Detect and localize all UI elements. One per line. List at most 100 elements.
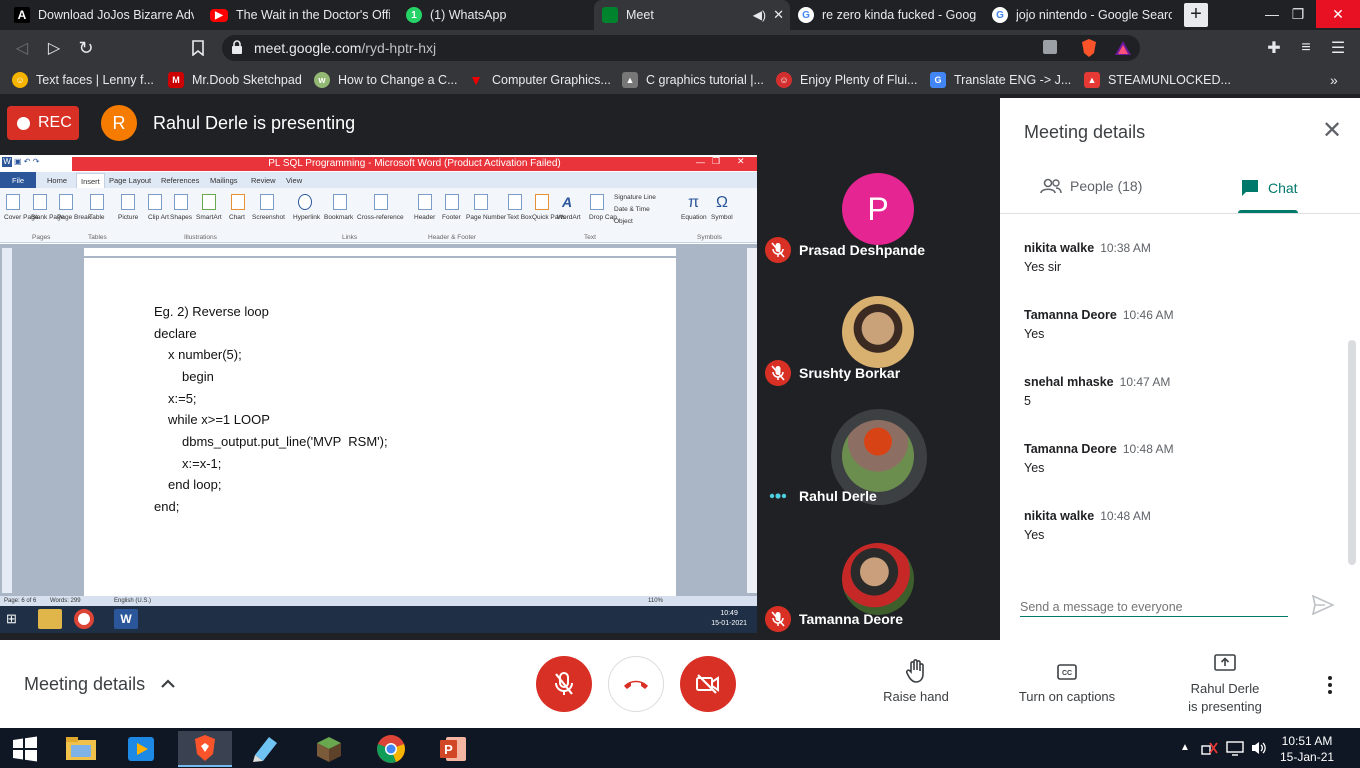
rib-footer: Footer <box>442 214 461 221</box>
taskbar-clock[interactable]: 10:51 AM 15-Jan-21 <box>1280 733 1334 765</box>
picture-icon <box>121 194 135 210</box>
tab-google-jojo[interactable]: G jojo nintendo - Google Search <box>984 0 1180 30</box>
extensions-icon[interactable]: ✚ <box>1262 36 1286 60</box>
tab-youtube[interactable]: ▶ The Wait in the Doctor's Office <box>202 0 398 30</box>
close-tab-icon[interactable]: ✕ <box>773 7 784 23</box>
bookmark-fluids[interactable]: ☺ Enjoy Plenty of Flui... <box>776 72 917 88</box>
tray-network-icon[interactable] <box>1200 740 1218 756</box>
bookmark-mrdoob[interactable]: M Mr.Doob Sketchpad <box>168 72 302 88</box>
present-icon[interactable] <box>1214 654 1236 672</box>
brave-shield-icon[interactable] <box>1080 38 1098 58</box>
chevron-up-icon[interactable] <box>158 675 178 693</box>
presenting-label: Rahul Derle is presenting <box>153 113 356 133</box>
message-sender: snehal mhaske 10:47 AM <box>1024 375 1170 389</box>
word-tab-home: Home <box>47 176 68 185</box>
captions-label[interactable]: Turn on captions <box>1008 689 1126 704</box>
tab-jojos-download[interactable]: A Download JoJos Bizarre Adven <box>6 0 202 30</box>
bookmark-translate[interactable]: G Translate ENG -> J... <box>930 72 1071 88</box>
tab-whatsapp[interactable]: 1 (1) WhatsApp <box>398 0 594 30</box>
bookmark-c-graphics[interactable]: ▲ C graphics tutorial |... <box>622 72 764 88</box>
chat-message-input[interactable] <box>1020 597 1288 617</box>
close-icon[interactable]: ✕ <box>1319 118 1345 144</box>
meeting-details-toggle[interactable]: Meeting details <box>24 674 145 695</box>
windows-start-icon[interactable] <box>4 732 46 766</box>
brave-rewards-icon[interactable] <box>1114 40 1132 56</box>
captions-icon[interactable]: CC <box>1057 664 1077 680</box>
lock-icon[interactable] <box>231 40 245 56</box>
bookmark-lenny[interactable]: ☺ Text faces | Lenny f... <box>12 72 154 88</box>
menu-icon[interactable]: ☰ <box>1326 36 1350 60</box>
media-player-icon[interactable] <box>120 732 162 766</box>
minecraft-icon[interactable] <box>308 732 350 766</box>
new-tab-button[interactable]: + <box>1184 3 1208 27</box>
bookmark-icon[interactable] <box>186 36 210 60</box>
media-controls-icon[interactable]: ≡ <box>1294 36 1318 60</box>
message-sender: nikita walke 10:38 AM <box>1024 241 1151 255</box>
brave-taskbar-icon[interactable] <box>178 731 232 767</box>
word-ribbon-tabs: File Home Insert Page Layout References … <box>0 172 757 189</box>
notepad-icon[interactable] <box>244 732 286 766</box>
bookmarks-overflow-icon[interactable]: » <box>1330 72 1338 88</box>
rib-page-number: Page Number <box>466 214 507 221</box>
tray-display-icon[interactable] <box>1226 740 1244 756</box>
tab-meet[interactable]: Meet ◀) ✕ <box>594 0 790 30</box>
sender-name: Tamanna Deore <box>1024 308 1117 322</box>
reload-icon[interactable]: ↻ <box>74 36 98 60</box>
rib-screenshot: Screenshot <box>252 214 285 221</box>
word-minimize-icon: — <box>696 157 705 167</box>
bookmark-wikihow[interactable]: w How to Change a C... <box>314 72 458 88</box>
powerpoint-icon[interactable]: P <box>432 732 474 766</box>
rib-equation: Equation <box>681 214 707 221</box>
tutorial-icon: ▲ <box>622 72 638 88</box>
wikihow-icon: w <box>314 72 330 88</box>
recording-button[interactable]: REC <box>7 106 79 140</box>
bookmark-computer-graphics[interactable]: ▼ Computer Graphics... <box>468 72 611 88</box>
speaker-icon[interactable]: ◀) <box>753 8 766 22</box>
whatsapp-icon: 1 <box>406 7 422 23</box>
bookmark-steamunlocked[interactable]: ▲ STEAMUNLOCKED... <box>1084 72 1231 88</box>
shared-time: 10:49 <box>720 610 738 617</box>
sender-name: nikita walke <box>1024 241 1095 255</box>
rib-wordart: WordArt <box>557 214 581 221</box>
word-tab-insert: Insert <box>76 173 105 189</box>
message-text: Yes <box>1024 528 1045 542</box>
group-symbols: Symbols <box>697 234 722 241</box>
tab-chat[interactable]: Chat <box>1240 178 1298 198</box>
status-language: English (U.S.) <box>114 598 152 604</box>
camera-toggle-button[interactable] <box>680 656 736 712</box>
restore-icon[interactable]: ❐ <box>1280 0 1316 28</box>
forward-icon[interactable]: ▷ <box>42 36 66 60</box>
file-explorer-icon[interactable] <box>60 732 102 766</box>
more-options-icon[interactable] <box>1322 674 1338 696</box>
back-icon[interactable]: ◁ <box>10 36 34 60</box>
presenting-status[interactable]: Rahul Derle is presenting <box>1170 680 1280 716</box>
microphone-toggle-button[interactable] <box>536 656 592 712</box>
bookmark-label: How to Change a C... <box>338 73 458 87</box>
window-close-button[interactable]: ✕ <box>1316 0 1360 28</box>
tab-label: Meet <box>626 8 654 22</box>
record-dot-icon <box>17 116 30 130</box>
leave-call-button[interactable] <box>608 656 664 712</box>
svg-text:CC: CC <box>1062 670 1072 677</box>
chrome-icon[interactable] <box>370 732 412 766</box>
group-tables: Tables <box>88 234 107 241</box>
bookmark-label: Computer Graphics... <box>492 73 611 87</box>
send-icon[interactable] <box>1311 594 1335 616</box>
a-icon: A <box>14 7 30 23</box>
tray-chevron-icon[interactable]: ▲ <box>1180 742 1190 753</box>
tray-volume-icon[interactable] <box>1250 740 1268 756</box>
mrdoob-icon: M <box>168 72 184 88</box>
status-words: Words: 299 <box>50 598 81 604</box>
raise-hand-label[interactable]: Raise hand <box>870 689 962 704</box>
rib-object: Object <box>614 218 633 225</box>
symbol-icon: Ω <box>716 194 728 211</box>
raise-hand-icon[interactable] <box>905 658 927 684</box>
shared-start-icon: ⊞ <box>6 611 17 626</box>
camera-blocked-icon[interactable] <box>1043 40 1057 54</box>
message-text: Yes <box>1024 461 1045 475</box>
code-line: Eg. 2) Reverse loop <box>154 304 269 319</box>
people-tab-label: People (18) <box>1070 178 1143 194</box>
tab-people[interactable]: People (18) <box>1040 178 1142 194</box>
tab-google-rezero[interactable]: G re zero kinda fucked - Google <box>790 0 984 30</box>
chat-scrollbar[interactable] <box>1348 340 1356 565</box>
